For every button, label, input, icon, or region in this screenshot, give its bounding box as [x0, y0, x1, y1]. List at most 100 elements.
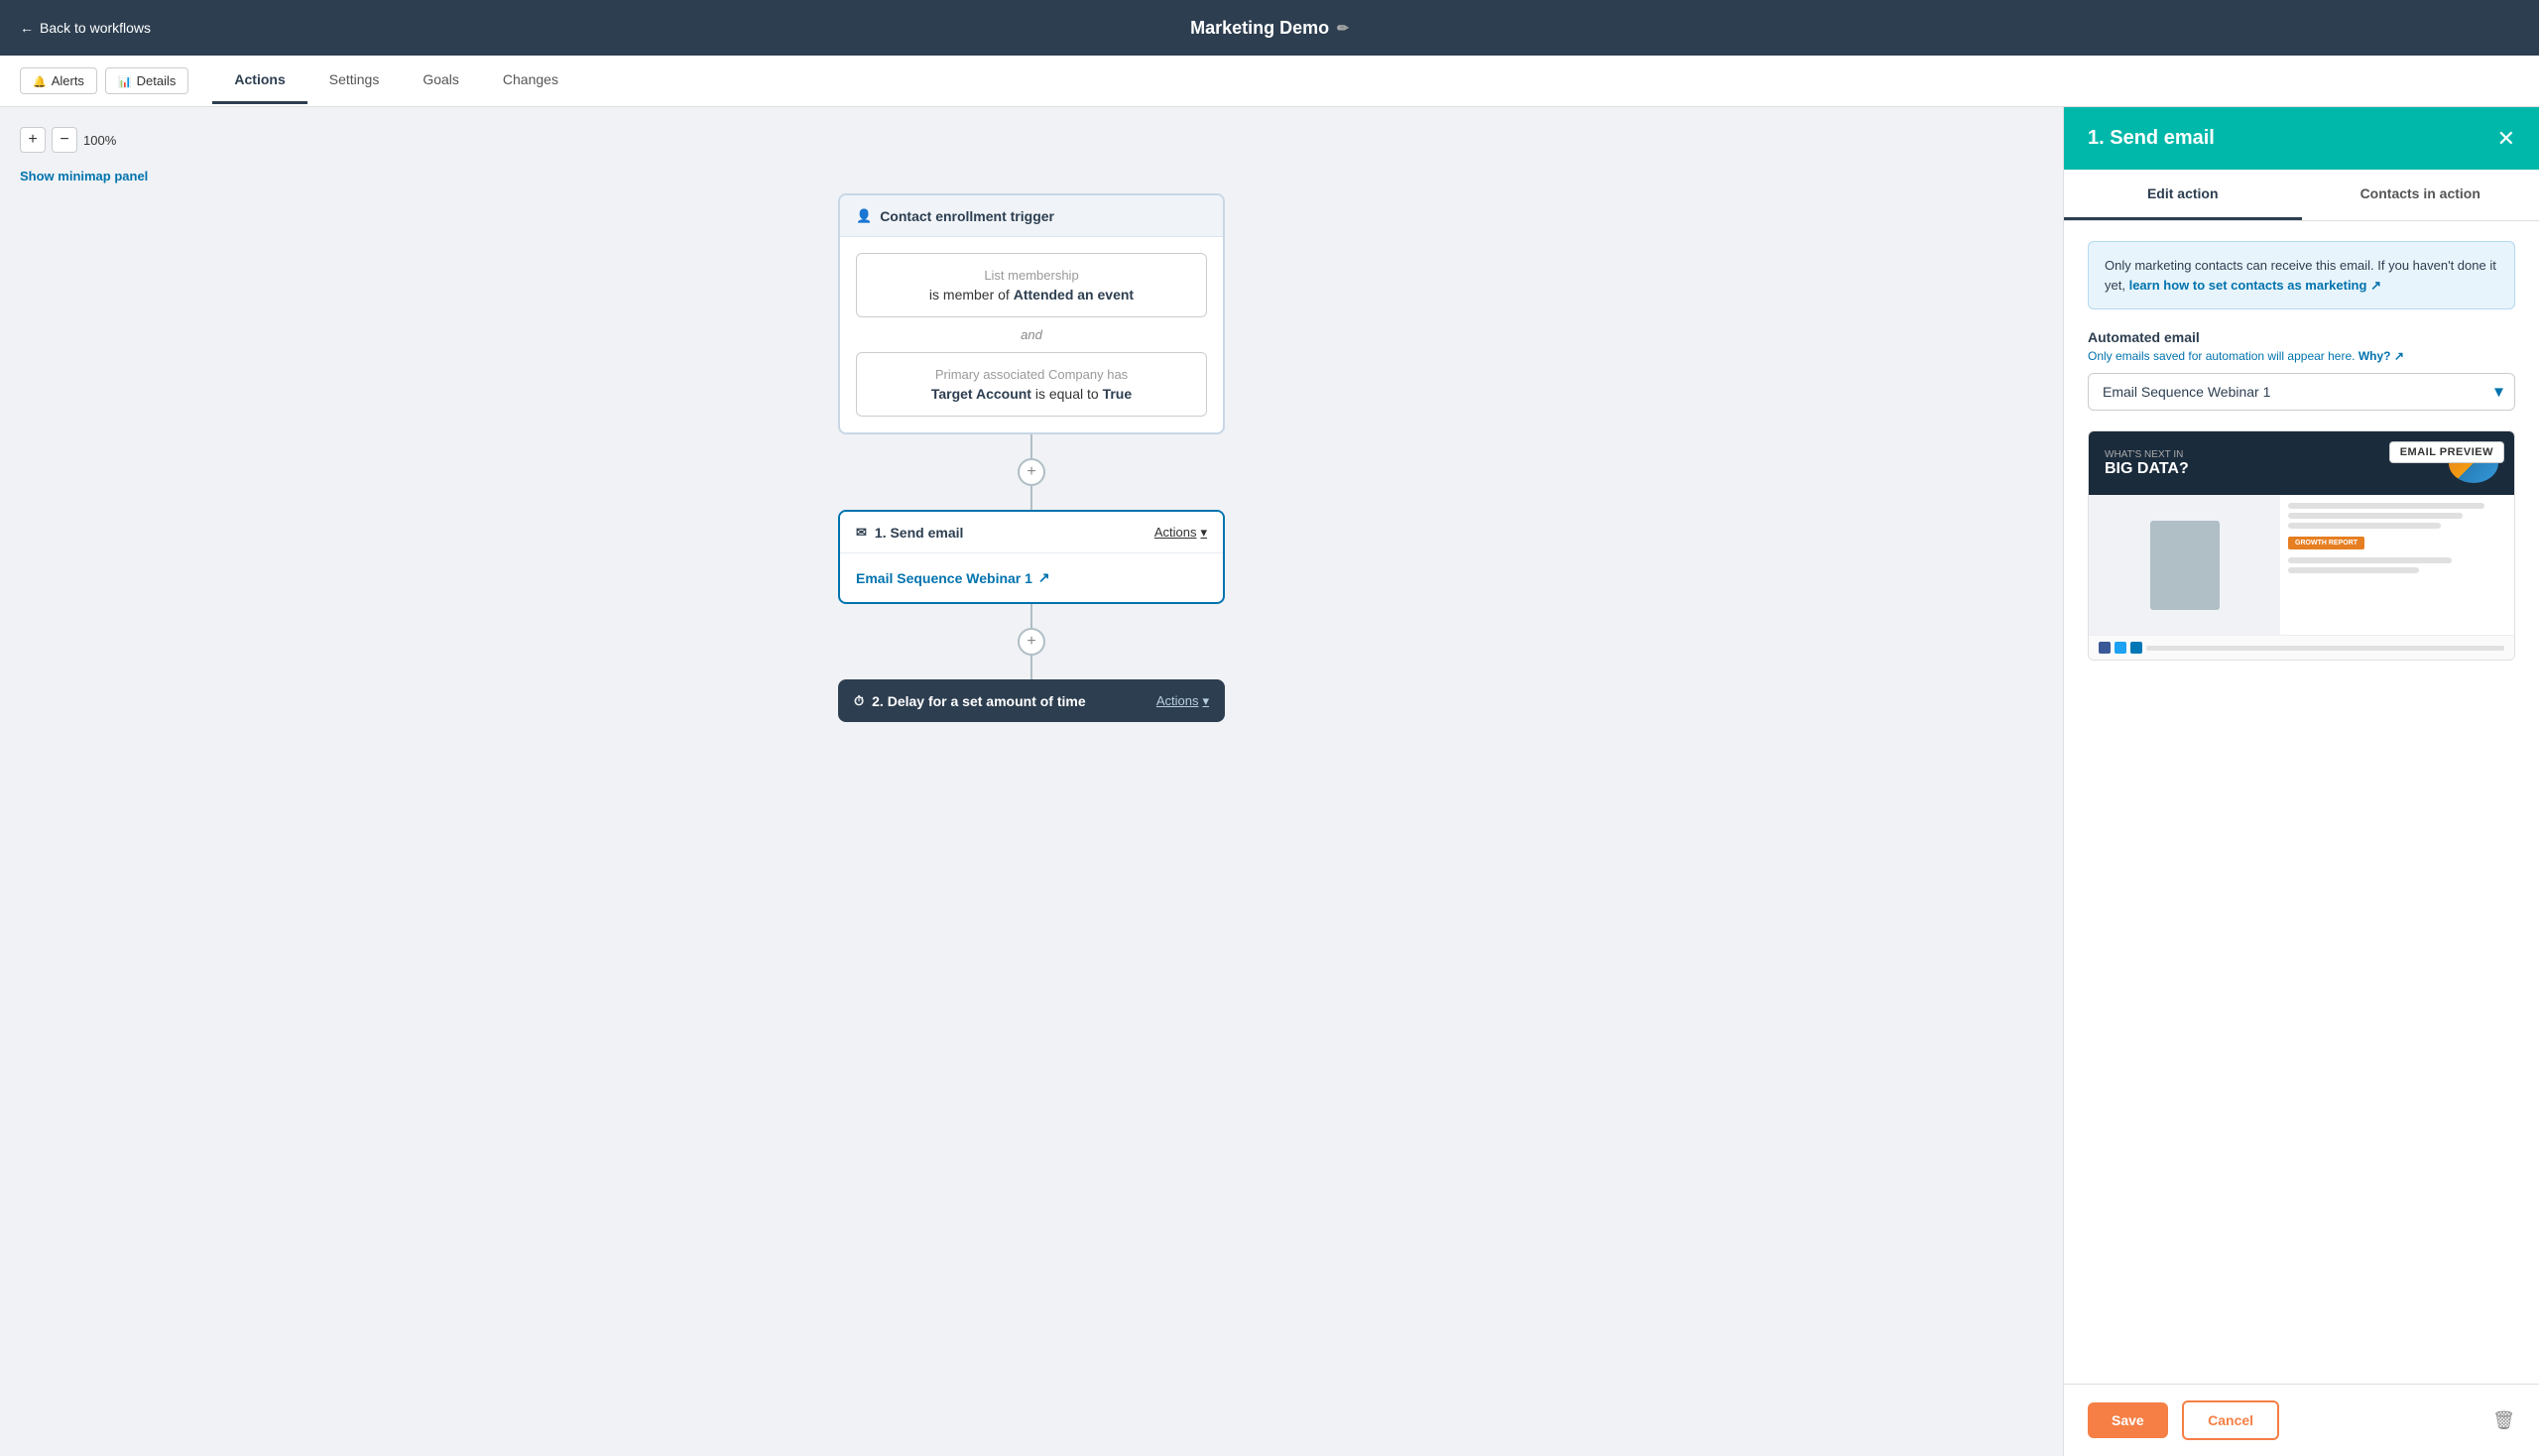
- clock-icon: [854, 692, 864, 709]
- email-sequence-link[interactable]: Email Sequence Webinar 1 ↗: [856, 569, 1207, 586]
- arrow-left-icon: [20, 20, 34, 36]
- back-to-workflows-link[interactable]: Back to workflows: [20, 20, 151, 36]
- tab-bar: Alerts Details Actions Settings Goals Ch…: [0, 56, 2539, 107]
- trigger-node[interactable]: Contact enrollment trigger List membersh…: [838, 193, 1225, 434]
- condition1-value: is member of Attended an event: [873, 287, 1190, 303]
- connector-1: +: [1018, 434, 1045, 510]
- top-nav: Back to workflows Marketing Demo ✏: [0, 0, 2539, 56]
- why-link-icon: ↗: [2394, 349, 2404, 363]
- workflow-canvas[interactable]: + − 100% Show minimap panel Contact enro…: [0, 107, 2063, 1456]
- zoom-out-button[interactable]: −: [52, 127, 77, 153]
- email-select[interactable]: Email Sequence Webinar 1: [2088, 373, 2515, 411]
- user-icon: [856, 207, 872, 224]
- ep-header-text: WHAT'S NEXT IN BIG DATA?: [2105, 449, 2189, 478]
- ep-footer: [2089, 635, 2514, 660]
- connector-line-2: [1030, 604, 1032, 628]
- ep-body: GROWTH REPORT: [2089, 495, 2514, 635]
- chart-icon: [118, 73, 132, 88]
- delete-button[interactable]: 🗑: [2492, 1410, 2515, 1431]
- info-box: Only marketing contacts can receive this…: [2088, 241, 2515, 309]
- action-node-send-email[interactable]: 1. Send email Actions ▾ Email Sequence W…: [838, 510, 1225, 604]
- ep-right-content: GROWTH REPORT: [2280, 495, 2514, 635]
- tab-goals[interactable]: Goals: [401, 58, 481, 104]
- zoom-level: 100%: [83, 133, 116, 148]
- condition2-text: Target Account is equal to True: [931, 386, 1132, 402]
- panel-content: Only marketing contacts can receive this…: [2064, 221, 2539, 1384]
- panel-footer: Save Cancel 🗑: [2064, 1384, 2539, 1456]
- workflow-title: Marketing Demo: [1190, 18, 1329, 39]
- ep-social-fb: [2099, 642, 2111, 654]
- ep-cta-button: GROWTH REPORT: [2288, 537, 2364, 549]
- condition1-text: is member of Attended an event: [929, 287, 1134, 303]
- chevron-down-icon: ▾: [1200, 525, 1207, 541]
- edit-title-icon[interactable]: ✏: [1337, 20, 1349, 37]
- info-box-link[interactable]: learn how to set contacts as marketing ↗: [2129, 278, 2381, 293]
- panel-tabs: Edit action Contacts in action: [2064, 170, 2539, 221]
- show-minimap-link[interactable]: Show minimap panel: [20, 169, 2043, 183]
- email-preview-image: WHAT'S NEXT IN BIG DATA?: [2089, 431, 2514, 660]
- connector-line-1b: [1030, 486, 1032, 510]
- action-header: 1. Send email Actions ▾: [840, 512, 1223, 553]
- bell-icon: [33, 73, 47, 88]
- ep-person-image: [2150, 521, 2220, 610]
- ep-left-image: [2089, 495, 2280, 635]
- cancel-button[interactable]: Cancel: [2182, 1400, 2279, 1440]
- trigger-label: Contact enrollment trigger: [880, 208, 1054, 224]
- and-separator: and: [856, 327, 1207, 342]
- action-body: Email Sequence Webinar 1 ↗: [840, 553, 1223, 602]
- panel-close-button[interactable]: ✕: [2497, 128, 2515, 150]
- email-select-wrapper: Email Sequence Webinar 1 ▾: [2088, 373, 2515, 411]
- zoom-in-button[interactable]: +: [20, 127, 46, 153]
- right-panel: 1. Send email ✕ Edit action Contacts in …: [2063, 107, 2539, 1456]
- back-label: Back to workflows: [40, 20, 151, 36]
- email-preview-label: EMAIL PREVIEW: [2389, 441, 2504, 463]
- connector-line-2b: [1030, 656, 1032, 679]
- delay-title: 2. Delay for a set amount of time: [872, 693, 1086, 709]
- external-link-icon: ↗: [1038, 569, 1050, 586]
- action-node-actions-dropdown[interactable]: Actions ▾: [1154, 525, 1207, 541]
- alerts-button[interactable]: Alerts: [20, 67, 97, 94]
- delay-node-actions-dropdown[interactable]: Actions ▾: [1156, 693, 1209, 709]
- zoom-controls: + − 100%: [20, 127, 2043, 153]
- tab-bar-left: Alerts Details: [20, 67, 188, 94]
- automated-email-section: Automated email Only emails saved for au…: [2088, 329, 2515, 411]
- panel-tab-edit[interactable]: Edit action: [2064, 170, 2302, 220]
- panel-title: 1. Send email: [2088, 127, 2215, 150]
- add-step-button-2[interactable]: +: [1018, 628, 1045, 656]
- condition-box-2[interactable]: Primary associated Company has Target Ac…: [856, 352, 1207, 417]
- automated-email-sublabel: Only emails saved for automation will ap…: [2088, 349, 2515, 363]
- delay-header-left: 2. Delay for a set amount of time: [854, 692, 1086, 709]
- add-step-button-1[interactable]: +: [1018, 458, 1045, 486]
- email-preview-container: EMAIL PREVIEW WHAT'S NEXT IN BIG DATA?: [2088, 430, 2515, 661]
- tab-actions[interactable]: Actions: [212, 58, 306, 104]
- condition1-label: List membership: [873, 268, 1190, 283]
- chevron-down-icon-delay: ▾: [1202, 693, 1209, 709]
- action-header-left: 1. Send email: [856, 524, 963, 541]
- workflow-container: Contact enrollment trigger List membersh…: [20, 193, 2043, 722]
- main-tabs: Actions Settings Goals Changes: [212, 58, 580, 104]
- condition-box-1[interactable]: List membership is member of Attended an…: [856, 253, 1207, 317]
- main-layout: + − 100% Show minimap panel Contact enro…: [0, 107, 2539, 1456]
- ep-social-li: [2130, 642, 2142, 654]
- delay-node[interactable]: 2. Delay for a set amount of time Action…: [838, 679, 1225, 722]
- automated-email-label: Automated email: [2088, 329, 2515, 345]
- connector-2: +: [1018, 604, 1045, 679]
- save-button[interactable]: Save: [2088, 1402, 2168, 1438]
- panel-footer-actions: Save Cancel: [2088, 1400, 2279, 1440]
- connector-line-1: [1030, 434, 1032, 458]
- details-button[interactable]: Details: [105, 67, 188, 94]
- mail-icon: [856, 524, 867, 541]
- tab-settings[interactable]: Settings: [307, 58, 402, 104]
- info-link-icon: ↗: [2370, 278, 2381, 293]
- trigger-header: Contact enrollment trigger: [840, 195, 1223, 237]
- panel-header: 1. Send email ✕: [2064, 107, 2539, 170]
- condition2-label: Primary associated Company has: [873, 367, 1190, 382]
- nav-title: Marketing Demo ✏: [1190, 18, 1349, 39]
- trigger-body: List membership is member of Attended an…: [840, 237, 1223, 432]
- action-title: 1. Send email: [875, 525, 963, 541]
- panel-tab-contacts[interactable]: Contacts in action: [2302, 170, 2539, 220]
- condition2-value: Target Account is equal to True: [873, 386, 1190, 402]
- ep-social-tw: [2115, 642, 2126, 654]
- tab-changes[interactable]: Changes: [481, 58, 580, 104]
- why-link[interactable]: Why? ↗: [2358, 349, 2404, 363]
